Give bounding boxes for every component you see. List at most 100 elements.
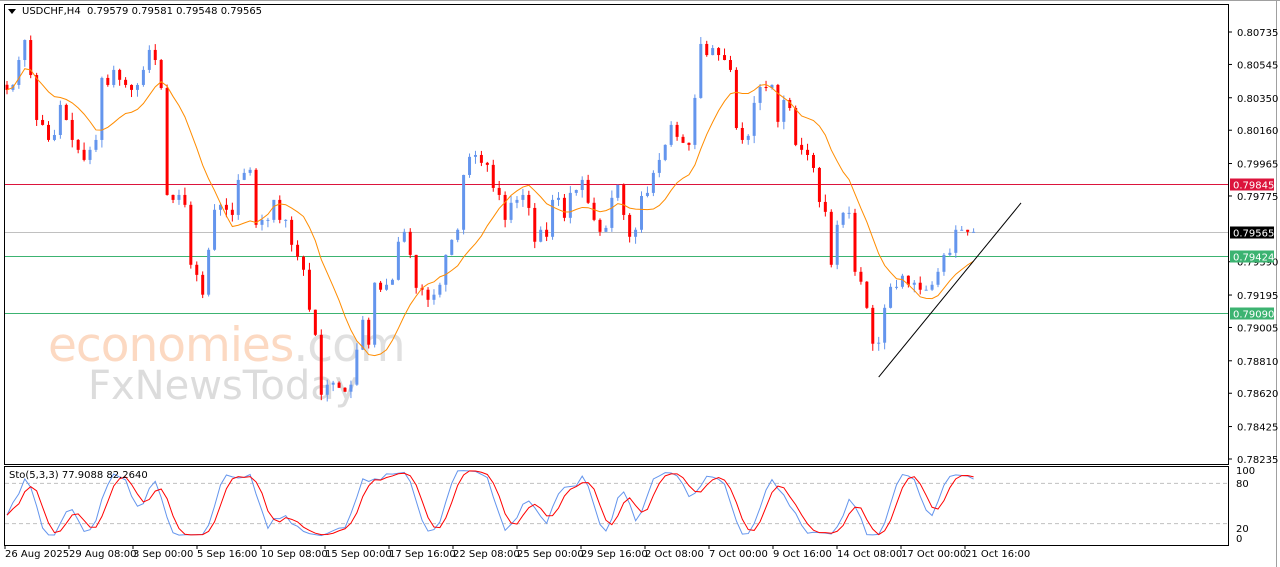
bear-candle <box>230 209 234 215</box>
bull-candle <box>177 194 181 200</box>
x-tick-label: 22 Sep 08:00 <box>453 549 520 560</box>
price-tag-label: 0.79845 <box>1233 181 1274 192</box>
x-tick-label: 15 Sep 00:00 <box>325 549 392 560</box>
x-tick-label: 29 Sep 16:00 <box>581 549 648 560</box>
bear-candle <box>628 214 632 237</box>
bull-candle <box>331 382 335 385</box>
bull-candle <box>147 49 151 70</box>
stochastic-level-label: 0 <box>1236 534 1242 545</box>
bear-candle <box>865 281 869 308</box>
x-tick-label: 5 Sep 16:00 <box>197 549 257 560</box>
bear-candle <box>319 334 323 395</box>
price-chart[interactable]: 0.80735 0.80545 0.80350 0.80160 0.79965 0.797… <box>0 0 1280 567</box>
bull-candle <box>580 179 584 190</box>
bear-candle <box>491 164 495 188</box>
bull-candle <box>515 199 519 203</box>
bear-candle <box>130 84 134 90</box>
bear-candle <box>479 154 483 163</box>
bull-candle <box>568 192 572 218</box>
bear-candle <box>183 194 187 205</box>
bull-candle <box>758 86 762 103</box>
bull-candle <box>936 271 940 285</box>
bear-candle <box>171 194 175 200</box>
moving-average-line <box>6 68 974 357</box>
bull-candle <box>112 69 116 85</box>
bear-candle <box>592 202 596 220</box>
bull-candle <box>645 192 649 196</box>
indicator-frame <box>4 466 1229 546</box>
bull-candle <box>883 307 887 343</box>
bull-candle <box>361 319 365 350</box>
bear-candle <box>497 187 501 195</box>
bear-candle <box>859 271 863 282</box>
bear-candle <box>728 60 732 70</box>
bear-candle <box>681 136 685 143</box>
bear-candle <box>823 201 827 212</box>
y-tick-label: 0.80545 <box>1237 60 1278 71</box>
bear-candle <box>278 199 282 220</box>
bear-candle <box>343 387 347 392</box>
bull-candle <box>17 60 21 85</box>
bull-candle <box>847 212 851 214</box>
bear-candle <box>307 269 311 310</box>
bull-candle <box>284 219 288 221</box>
bull-candle <box>355 349 359 385</box>
x-tick-label: 21 Oct 16:00 <box>965 549 1030 560</box>
bull-candle <box>663 144 667 160</box>
bull-candle <box>141 69 145 85</box>
bull-candle <box>23 40 27 61</box>
main-chart-frame <box>4 4 1229 465</box>
bear-candle <box>313 309 317 335</box>
bear-candle <box>871 307 875 344</box>
bear-candle <box>70 119 74 140</box>
bull-candle <box>52 134 56 140</box>
bull-candle <box>841 212 845 225</box>
bull-candle <box>444 254 448 285</box>
bear-candle <box>503 194 507 220</box>
bull-candle <box>236 179 240 215</box>
bull-candle <box>942 254 946 272</box>
bear-candle <box>740 127 744 140</box>
bear-candle <box>254 169 258 225</box>
bear-candle <box>485 162 489 165</box>
bull-candle <box>930 284 934 290</box>
bull-candle <box>94 139 98 150</box>
bear-candle <box>675 124 679 137</box>
bull-candle <box>135 84 139 90</box>
x-tick-label: 9 Oct 16:00 <box>773 549 832 560</box>
bear-candle <box>734 69 738 128</box>
bull-candle <box>616 184 620 198</box>
bull-candle <box>711 48 715 56</box>
price-tag-label: 0.79424 <box>1233 253 1274 264</box>
bull-candle <box>877 342 881 344</box>
x-tick-label: 26 Aug 2025 <box>5 549 69 560</box>
bear-candle <box>118 69 122 80</box>
y-tick-label: 0.79965 <box>1237 160 1278 171</box>
bear-candle <box>41 119 45 125</box>
bear-candle <box>408 231 412 255</box>
bear-candle <box>527 194 531 208</box>
bull-candle <box>912 282 916 285</box>
x-tick-label: 10 Sep 08:00 <box>261 549 328 560</box>
bear-candle <box>82 149 86 160</box>
bull-candle <box>396 241 400 280</box>
bull-candle <box>402 231 406 242</box>
bull-candle <box>835 224 839 265</box>
x-tick-label: 17 Sep 16:00 <box>389 549 456 560</box>
bear-candle <box>153 49 157 61</box>
bull-candle <box>895 286 898 288</box>
bull-candle <box>248 169 252 173</box>
bear-candle <box>159 60 163 89</box>
y-tick-label: 0.80735 <box>1237 28 1278 39</box>
y-tick-label: 0.79775 <box>1237 192 1278 203</box>
bear-candle <box>426 289 430 300</box>
bear-candle <box>337 382 341 388</box>
bull-candle <box>432 294 436 300</box>
trendline <box>878 202 1022 378</box>
bear-candle <box>302 256 305 270</box>
bull-candle <box>556 197 560 200</box>
bear-candle <box>106 77 110 85</box>
bear-candle <box>764 86 768 89</box>
bull-candle <box>373 282 377 345</box>
bull-candle <box>657 159 661 173</box>
